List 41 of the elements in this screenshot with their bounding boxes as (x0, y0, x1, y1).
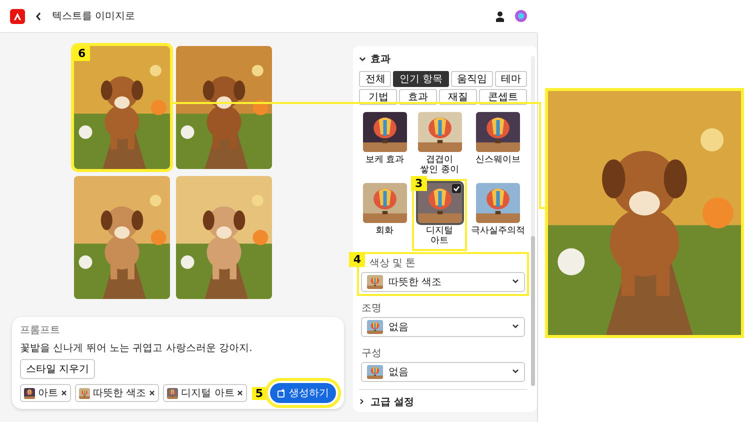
category-tab[interactable]: 인기 항목 (393, 71, 449, 87)
chevron-right-icon[interactable] (359, 398, 366, 406)
style-option[interactable]: 회화 (359, 180, 410, 249)
prompt-label: 프롬프트 (20, 324, 61, 337)
generate-button[interactable]: 생성하기 (270, 383, 336, 403)
chevron-down-icon[interactable] (512, 324, 519, 330)
app-logo[interactable] (10, 8, 25, 24)
dropdown-field[interactable]: 없음 (361, 316, 525, 337)
style-chip[interactable]: 아트 (20, 384, 71, 402)
advanced-settings[interactable]: 고급 설정 (370, 394, 414, 409)
page-title: 텍스트를 이미지로 (52, 10, 136, 23)
style-chip[interactable]: 디지털 아트 (163, 384, 248, 402)
style-option[interactable]: 신스웨이브 (469, 110, 527, 178)
category-tab[interactable]: 전체 (359, 71, 392, 87)
callout-number: 4 (349, 252, 365, 267)
prompt-text[interactable]: 꽃밭을 신나게 뛰어 노는 귀엽고 사랑스러운 강아지. (20, 341, 336, 355)
section-title[interactable]: 효과 (370, 52, 390, 66)
callout-number: 5 (252, 386, 266, 400)
dropdown-label: 구성 (361, 346, 382, 360)
category-tab[interactable]: 움직임 (450, 71, 493, 87)
callout-number: 6 (74, 46, 90, 61)
back-icon[interactable] (35, 12, 42, 20)
style-option[interactable]: 극사실주의적 (469, 180, 527, 249)
dropdown-field[interactable]: 따뜻한 색조 (361, 272, 525, 292)
avatar-icon[interactable] (515, 10, 527, 22)
style-option[interactable]: 보케 효과 (359, 110, 410, 178)
close-icon[interactable] (149, 390, 156, 396)
style-option[interactable]: 겹겹이 쌓인 종이 (414, 110, 465, 178)
callout-number: 3 (411, 176, 427, 191)
style-chip[interactable]: 따뜻한 색조 (75, 384, 160, 402)
chevron-down-icon[interactable] (512, 279, 519, 284)
person-icon[interactable] (495, 10, 505, 22)
dropdown-field[interactable]: 없음 (361, 362, 525, 382)
chevron-down-icon[interactable] (512, 369, 519, 374)
clear-style-button[interactable]: 스타일 지우기 (20, 359, 96, 379)
close-icon[interactable] (61, 390, 67, 396)
dropdown-label: 조명 (361, 302, 382, 315)
close-icon[interactable] (237, 390, 244, 396)
chevron-down-icon[interactable] (359, 56, 366, 62)
dropdown-label: 색상 및 톤 (368, 256, 417, 270)
category-tab[interactable]: 테마 (494, 71, 528, 87)
